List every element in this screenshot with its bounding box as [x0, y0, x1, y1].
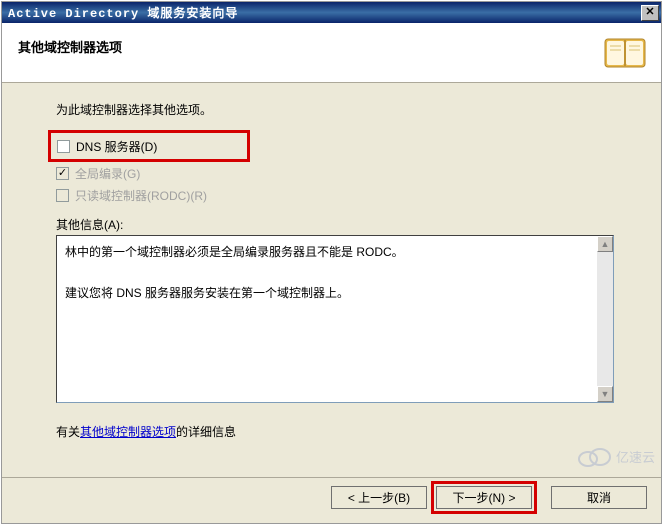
checkbox-rodc: 只读域控制器(RODC)(R): [56, 184, 627, 206]
options-group: DNS 服务器(D) ✓ 全局编录(G) 只读域控制器(RODC)(R): [56, 130, 627, 206]
info-textarea[interactable]: 林中的第一个域控制器必须是全局编录服务器且不能是 RODC。 建议您将 DNS …: [56, 235, 614, 403]
info-line-1: 林中的第一个域控制器必须是全局编录服务器且不能是 RODC。: [65, 242, 589, 262]
back-button[interactable]: < 上一步(B): [331, 486, 427, 509]
checkbox-rodc-label: 只读域控制器(RODC)(R): [75, 187, 207, 204]
checkbox-gc: ✓ 全局编录(G): [56, 162, 627, 184]
intro-text: 为此域控制器选择其他选项。: [56, 101, 627, 118]
scrollbar[interactable]: ▲ ▼: [597, 236, 613, 402]
wizard-header: 其他域控制器选项: [2, 23, 661, 83]
checkbox-dns-label: DNS 服务器(D): [76, 138, 157, 155]
book-icon: [603, 31, 647, 75]
footer-note: 有关其他域控制器选项的详细信息: [56, 423, 627, 440]
wizard-body: 为此域控制器选择其他选项。 DNS 服务器(D) ✓ 全局编录(G) 只读域控制…: [2, 83, 661, 440]
close-icon[interactable]: ✕: [641, 5, 659, 21]
info-text-content: 林中的第一个域控制器必须是全局编录服务器且不能是 RODC。 建议您将 DNS …: [57, 236, 597, 402]
checkbox-box-icon: ✓: [56, 167, 69, 180]
checkbox-gc-label: 全局编录(G): [75, 165, 140, 182]
cancel-button[interactable]: 取消: [551, 486, 647, 509]
dns-highlight: DNS 服务器(D): [48, 130, 250, 162]
footer-prefix: 有关: [56, 425, 80, 439]
next-highlight: 下一步(N) >: [431, 481, 537, 514]
wizard-window: Active Directory 域服务安装向导 ✕ 其他域控制器选项 为此域控…: [1, 1, 662, 524]
scroll-up-icon[interactable]: ▲: [597, 236, 613, 252]
window-title: Active Directory 域服务安装向导: [8, 4, 641, 21]
watermark-text: 亿速云: [616, 447, 655, 466]
checkbox-box-icon: [56, 189, 69, 202]
checkbox-box-icon[interactable]: [57, 140, 70, 153]
next-button[interactable]: 下一步(N) >: [436, 486, 532, 509]
button-bar: < 上一步(B) 下一步(N) > 取消: [2, 477, 661, 517]
info-label: 其他信息(A):: [56, 216, 627, 233]
page-title: 其他域控制器选项: [18, 37, 122, 56]
footer-suffix: 的详细信息: [176, 425, 236, 439]
watermark: 亿速云: [576, 445, 655, 467]
checkbox-dns[interactable]: DNS 服务器(D): [57, 135, 157, 157]
info-line-2: 建议您将 DNS 服务器服务安装在第一个域控制器上。: [65, 283, 589, 303]
footer-link[interactable]: 其他域控制器选项: [80, 425, 176, 439]
scroll-down-icon[interactable]: ▼: [597, 386, 613, 402]
titlebar[interactable]: Active Directory 域服务安装向导 ✕: [2, 2, 661, 23]
cloud-icon: [576, 445, 612, 467]
